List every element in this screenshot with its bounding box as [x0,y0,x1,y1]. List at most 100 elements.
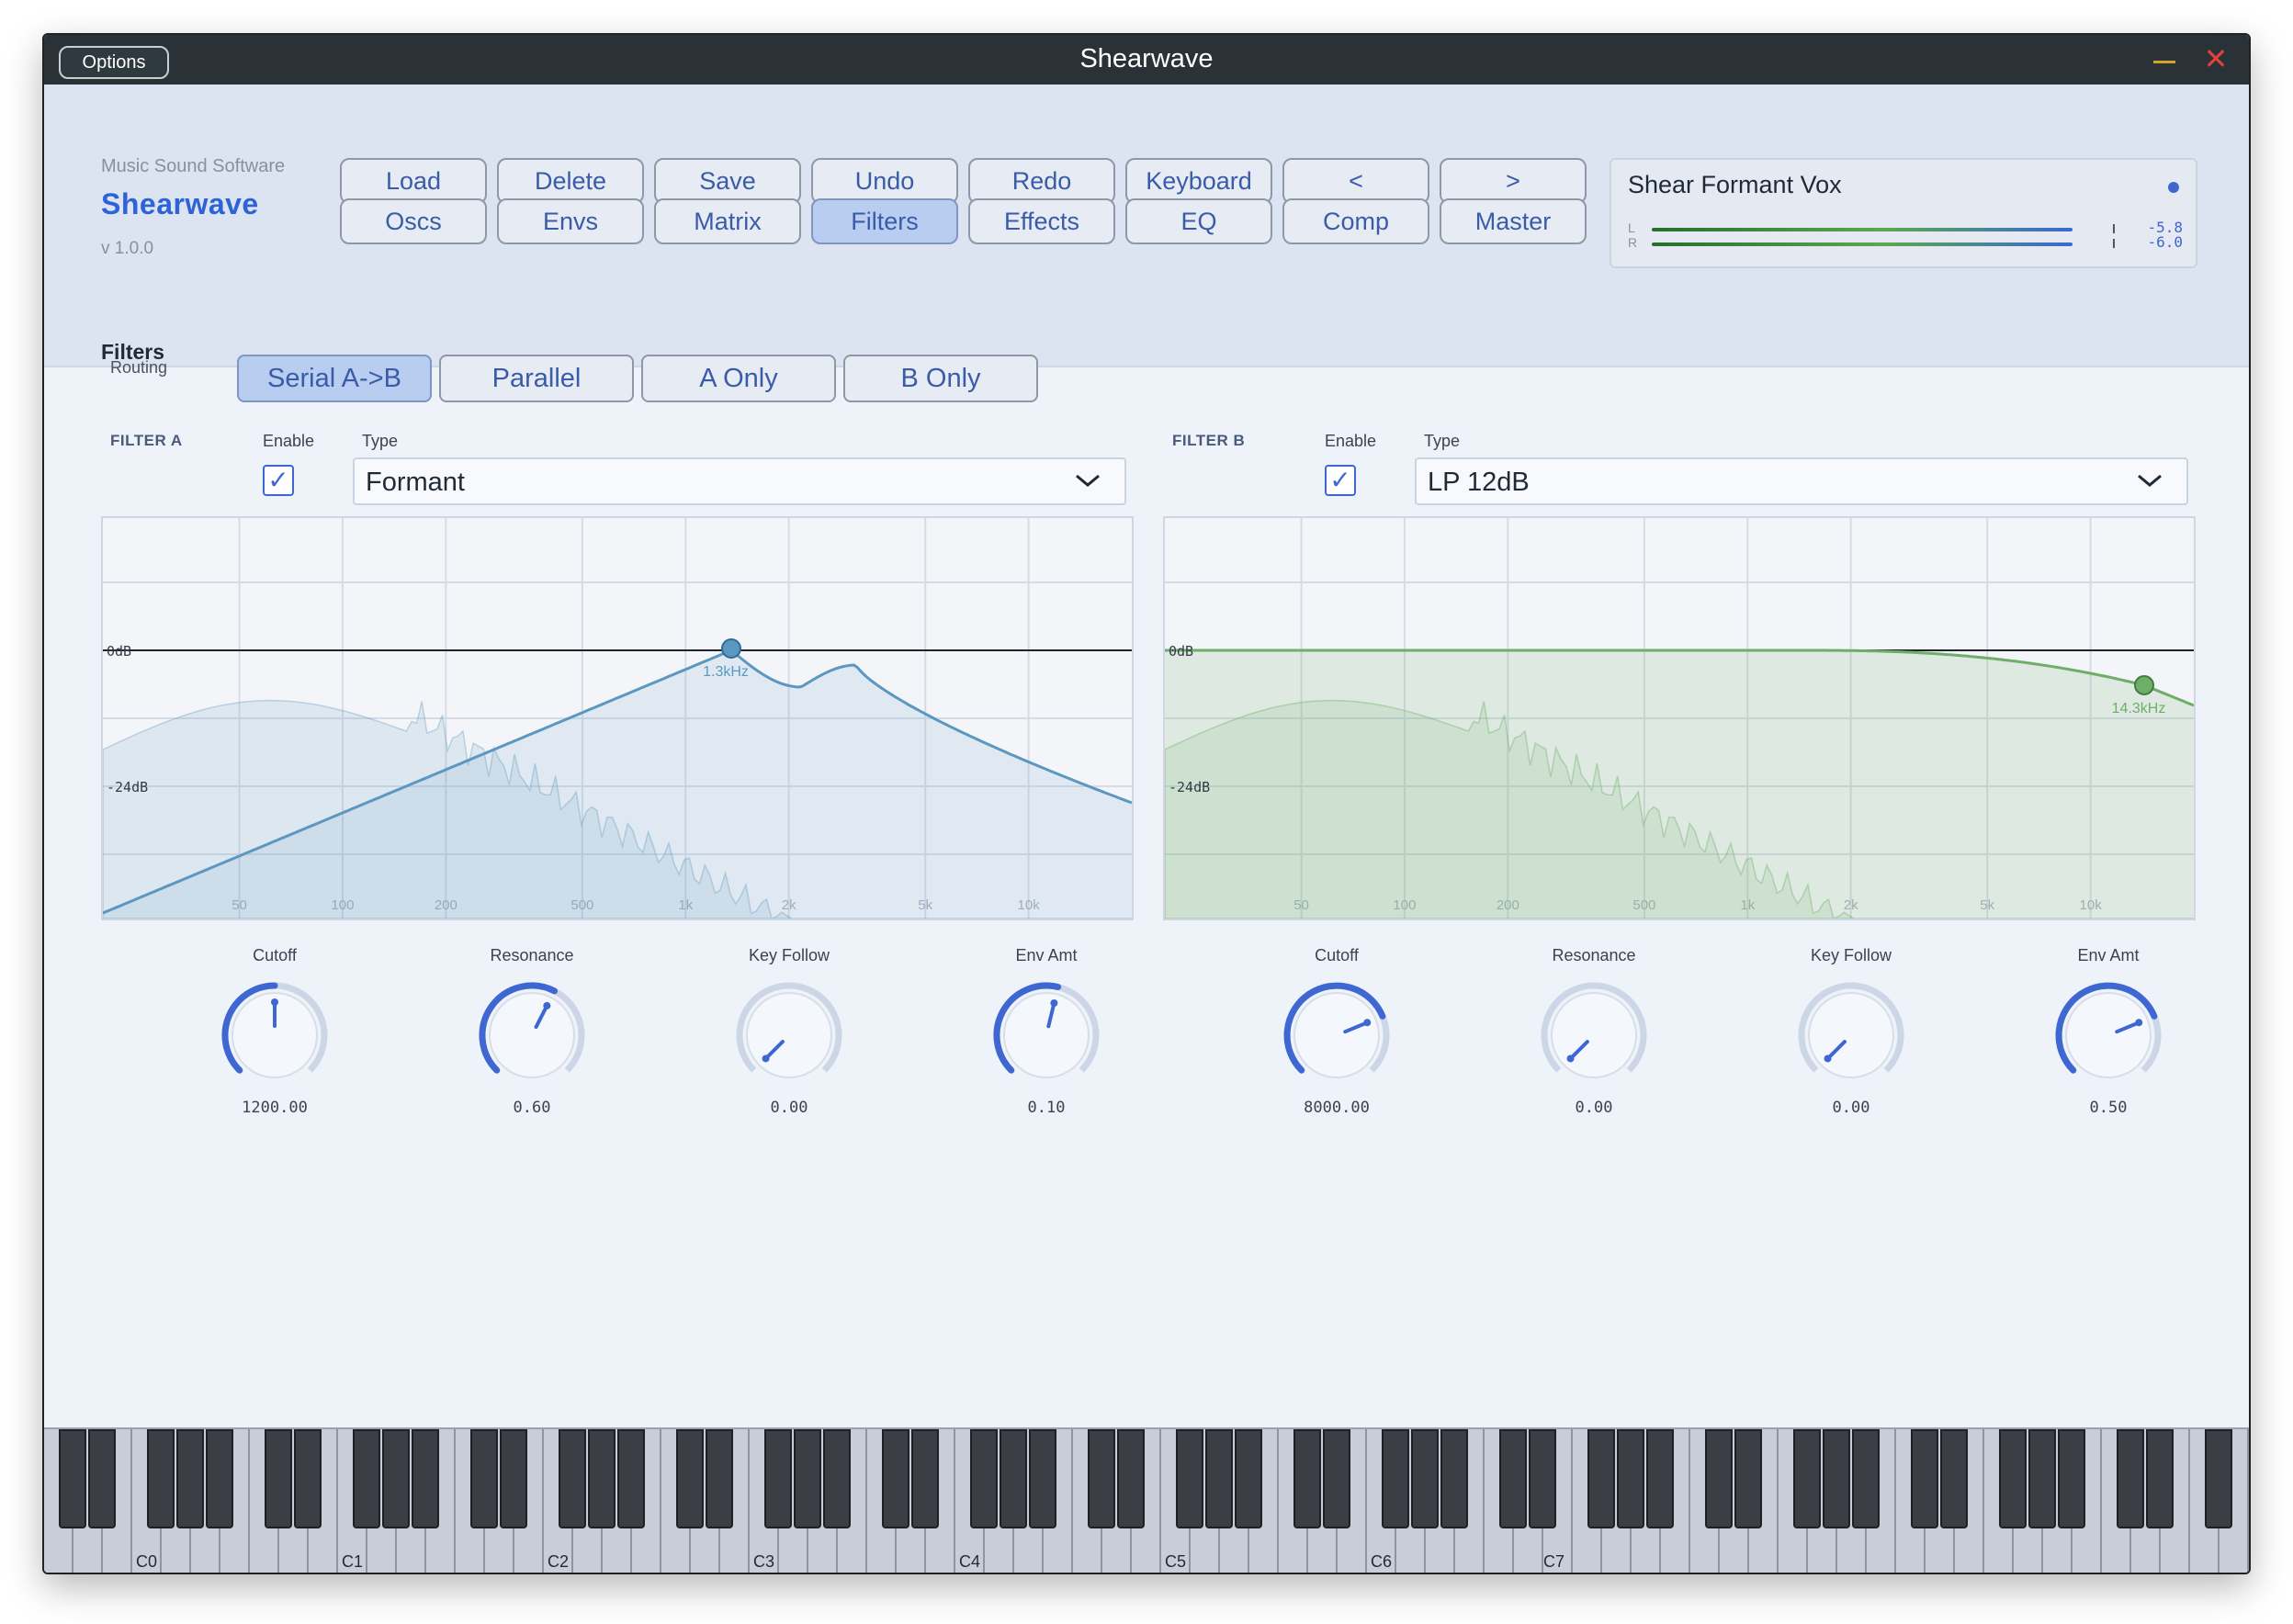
close-icon[interactable]: ✕ [2201,44,2231,73]
black-key[interactable] [823,1429,851,1528]
black-key[interactable] [1029,1429,1056,1528]
black-key[interactable] [382,1429,410,1528]
nav-oscs-button[interactable]: Oscs [340,198,487,244]
black-key[interactable] [1999,1429,2027,1528]
piano-keyboard[interactable]: C0 C1 C2 C3 C4 C5 C6 C7 [44,1427,2249,1573]
black-key[interactable] [2146,1429,2174,1528]
black-key[interactable] [1529,1429,1556,1528]
filter-a-key-follow-knob[interactable] [729,976,849,1095]
black-key[interactable] [1852,1429,1880,1528]
nav-filters-button[interactable]: Filters [811,198,958,244]
filter-b-response-graph[interactable]: 501002005001k2k5k10k0dB-24dB14.3kHz [1163,516,2196,920]
black-key[interactable] [1705,1429,1733,1528]
black-key[interactable] [1235,1429,1262,1528]
black-key[interactable] [1293,1429,1321,1528]
cutoff-marker-label: 1.3kHz [703,664,749,680]
black-key[interactable] [1382,1429,1409,1528]
nav-delete-button[interactable]: Delete [497,158,644,204]
cutoff-handle[interactable] [2134,675,2154,695]
knob-body [1551,992,1637,1078]
black-key[interactable] [1911,1429,1938,1528]
black-key[interactable] [2117,1429,2144,1528]
nav-keyboard-button[interactable]: Keyboard [1125,158,1272,204]
filter-b-cutoff-knob[interactable] [1277,976,1396,1095]
filter-b-enable-checkbox[interactable]: ✓ [1325,465,1356,496]
filter-b-key-follow-knob[interactable] [1791,976,1911,1095]
black-key[interactable] [617,1429,645,1528]
nav-prev-button[interactable]: < [1282,158,1429,204]
nav-load-button[interactable]: Load [340,158,487,204]
filter-b-type-select[interactable]: LP 12dB [1415,457,2188,505]
black-key[interactable] [59,1429,86,1528]
knob-pointer-dot [762,1054,770,1063]
black-key[interactable] [412,1429,439,1528]
black-key[interactable] [265,1429,292,1528]
filter-b-resonance-knob[interactable] [1534,976,1654,1095]
black-key[interactable] [1205,1429,1233,1528]
black-key[interactable] [2058,1429,2085,1528]
black-key[interactable] [1587,1429,1615,1528]
filter-a-env-amt-label: Env Amt [1015,946,1078,964]
header: Music Sound Software Shearwave v 1.0.0 S… [44,85,2249,367]
black-key[interactable] [88,1429,116,1528]
black-key[interactable] [500,1429,527,1528]
black-key[interactable] [1823,1429,1850,1528]
black-key[interactable] [1646,1429,1674,1528]
nav-redo-button[interactable]: Redo [968,158,1115,204]
knob-body [746,992,832,1078]
black-key[interactable] [1088,1429,1115,1528]
minimize-icon[interactable] [2153,61,2175,63]
black-key[interactable] [559,1429,586,1528]
black-key[interactable] [294,1429,322,1528]
black-key[interactable] [882,1429,909,1528]
nav-envs-button[interactable]: Envs [497,198,644,244]
black-key[interactable] [588,1429,616,1528]
filter-a-response-graph[interactable]: 501002005001k2k5k10k0dB-24dB1.3kHz [101,516,1134,920]
black-key[interactable] [706,1429,733,1528]
nav-next-button[interactable]: > [1440,158,1587,204]
black-key[interactable] [147,1429,175,1528]
nav-master-button[interactable]: Master [1440,198,1587,244]
black-key[interactable] [794,1429,821,1528]
filter-a-resonance-knob[interactable] [472,976,592,1095]
black-key[interactable] [1176,1429,1203,1528]
black-key[interactable] [1940,1429,1968,1528]
filter-b-env-amt-knob[interactable] [2049,976,2168,1095]
black-key[interactable] [2205,1429,2232,1528]
black-key[interactable] [1793,1429,1821,1528]
black-key[interactable] [1734,1429,1762,1528]
filter-a-enable-checkbox[interactable]: ✓ [263,465,294,496]
routing-parallel-button[interactable]: Parallel [439,355,634,402]
nav-save-button[interactable]: Save [654,158,801,204]
black-key[interactable] [470,1429,498,1528]
nav-undo-button[interactable]: Undo [811,158,958,204]
black-key[interactable] [206,1429,233,1528]
filter-a-type-select[interactable]: Formant [353,457,1126,505]
black-key[interactable] [1000,1429,1027,1528]
routing-serial-a-b-button[interactable]: Serial A->B [237,355,432,402]
routing-b-only-button[interactable]: B Only [843,355,1038,402]
cutoff-handle[interactable] [721,638,741,659]
routing-label: Routing [110,358,168,377]
black-key[interactable] [970,1429,998,1528]
black-key[interactable] [2028,1429,2056,1528]
black-key[interactable] [1617,1429,1644,1528]
nav-comp-button[interactable]: Comp [1282,198,1429,244]
black-key[interactable] [764,1429,792,1528]
black-key[interactable] [176,1429,204,1528]
octave-label-c0: C0 [136,1552,158,1571]
filter-a-env-amt-knob[interactable] [987,976,1106,1095]
nav-eq-button[interactable]: EQ [1125,198,1272,244]
black-key[interactable] [911,1429,939,1528]
routing-a-only-button[interactable]: A Only [641,355,836,402]
nav-effects-button[interactable]: Effects [968,198,1115,244]
filter-a-cutoff-knob[interactable] [215,976,334,1095]
nav-matrix-button[interactable]: Matrix [654,198,801,244]
black-key[interactable] [1440,1429,1468,1528]
black-key[interactable] [676,1429,704,1528]
black-key[interactable] [1323,1429,1350,1528]
black-key[interactable] [353,1429,380,1528]
black-key[interactable] [1117,1429,1145,1528]
black-key[interactable] [1499,1429,1527,1528]
black-key[interactable] [1411,1429,1439,1528]
